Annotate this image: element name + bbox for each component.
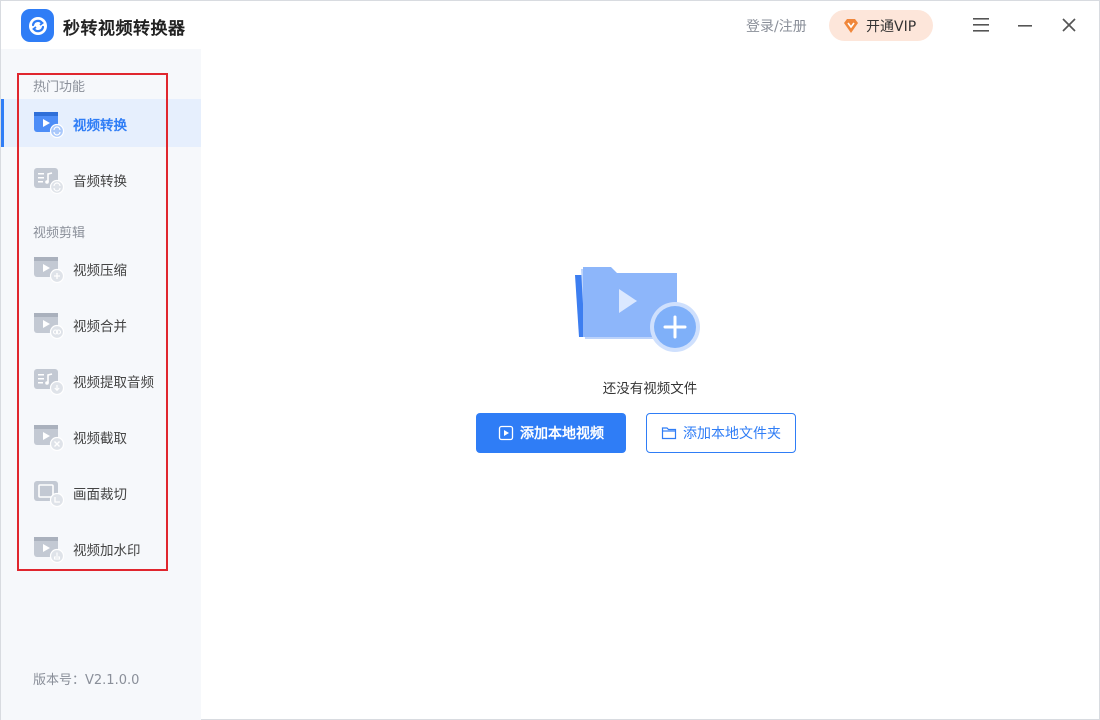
sidebar-item-extract-audio[interactable]: 视频提取音频 — [1, 356, 201, 404]
video-convert-icon — [33, 110, 65, 139]
empty-folder-icon — [571, 263, 707, 361]
add-local-folder-button[interactable]: 添加本地文件夹 — [646, 413, 796, 453]
sidebar-item-label: 画面裁切 — [73, 487, 127, 503]
sidebar-item-label: 视频加水印 — [73, 543, 141, 559]
close-icon[interactable] — [1057, 13, 1081, 37]
sidebar-item-label: 视频转换 — [73, 118, 127, 134]
app-window: 秒转视频转换器 登录/注册 开通VIP 热门功能 视频转换 音频转换 视频剪辑 … — [0, 0, 1100, 720]
login-register-link[interactable]: 登录/注册 — [746, 16, 807, 36]
sidebar-item-video-cut[interactable]: 视频截取 — [1, 412, 201, 460]
sidebar-item-label: 音频转换 — [73, 174, 127, 190]
app-logo-icon — [21, 9, 54, 42]
sidebar-item-crop[interactable]: 画面裁切 — [1, 468, 201, 516]
sidebar-item-label: 视频压缩 — [73, 263, 127, 279]
menu-icon[interactable] — [969, 13, 993, 37]
crop-icon — [33, 479, 65, 508]
add-local-folder-label: 添加本地文件夹 — [683, 426, 781, 442]
add-local-video-label: 添加本地视频 — [520, 426, 604, 442]
vip-label: 开通VIP — [866, 18, 917, 35]
minimize-icon[interactable] — [1013, 13, 1037, 37]
vip-diamond-icon — [841, 16, 861, 36]
folder-icon — [661, 425, 677, 441]
video-cut-icon — [33, 423, 65, 452]
sidebar-item-video-convert[interactable]: 视频转换 — [1, 99, 201, 147]
video-compress-icon — [33, 255, 65, 284]
extract-audio-icon — [33, 367, 65, 396]
section-title-hot: 热门功能 — [33, 80, 86, 95]
title-bar: 秒转视频转换器 登录/注册 开通VIP — [1, 1, 1099, 49]
sidebar-item-label: 视频合并 — [73, 319, 127, 335]
sidebar-item-audio-convert[interactable]: 音频转换 — [1, 155, 201, 203]
section-title-edit: 视频剪辑 — [33, 226, 86, 241]
main-content: 还没有视频文件 添加本地视频 添加本地文件夹 — [201, 49, 1099, 719]
vip-button[interactable]: 开通VIP — [829, 10, 933, 41]
empty-state-text: 还没有视频文件 — [602, 381, 698, 397]
sidebar-item-label: 视频截取 — [73, 431, 127, 447]
sidebar-item-video-compress[interactable]: 视频压缩 — [1, 244, 201, 292]
play-file-icon — [498, 425, 514, 441]
sidebar-item-video-merge[interactable]: 视频合并 — [1, 300, 201, 348]
watermark-icon — [33, 535, 65, 564]
sidebar: 热门功能 视频转换 音频转换 视频剪辑 视频压缩 视频合并 视频提取音频 视频截… — [1, 49, 201, 720]
version-label: 版本号：V2.1.0.0 — [33, 673, 140, 688]
sidebar-item-watermark[interactable]: 视频加水印 — [1, 524, 201, 572]
app-title: 秒转视频转换器 — [63, 19, 186, 39]
video-merge-icon — [33, 311, 65, 340]
add-local-video-button[interactable]: 添加本地视频 — [476, 413, 626, 453]
audio-convert-icon — [33, 166, 65, 195]
sidebar-item-label: 视频提取音频 — [73, 375, 154, 391]
